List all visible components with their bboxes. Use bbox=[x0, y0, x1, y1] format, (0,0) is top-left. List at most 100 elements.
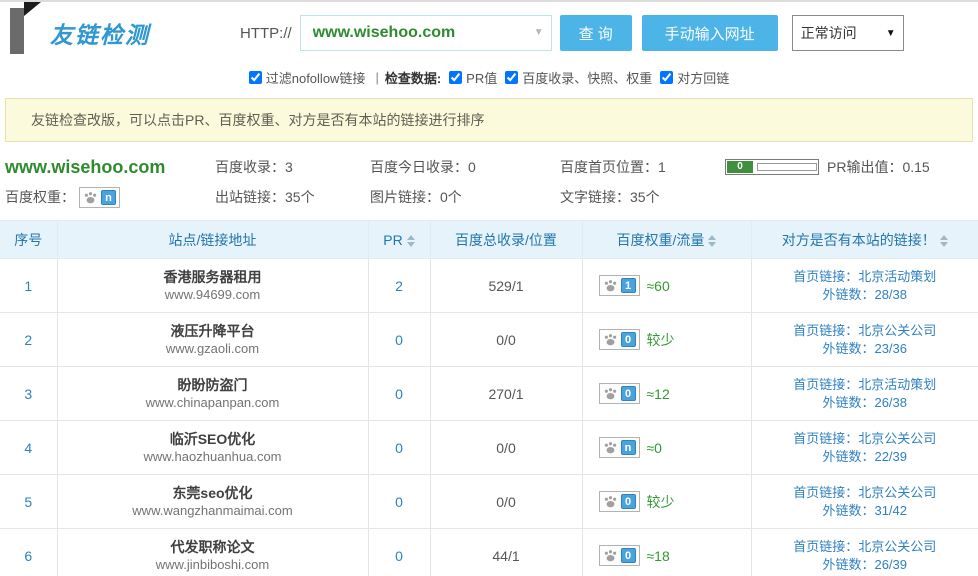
pr-filter-label: PR值 bbox=[466, 68, 497, 87]
pr-value[interactable]: 0 bbox=[368, 421, 430, 475]
manual-input-button[interactable]: 手动输入网址 bbox=[642, 15, 778, 51]
site-url: www.gzaoli.com bbox=[58, 340, 368, 357]
home-link[interactable]: 首页链接：北京活动策划 bbox=[752, 376, 978, 394]
outlinks-count[interactable]: 外链数：23/36 bbox=[752, 340, 978, 358]
weight-cell: n ≈0 bbox=[582, 421, 751, 475]
table-row: 3 盼盼防盗门 www.chinapanpan.com 0 270/1 0 ≈1… bbox=[0, 367, 978, 421]
baidu-total-value: 529/1 bbox=[430, 259, 582, 313]
notice-banner: 友链检查改版，可以点击PR、百度权重、对方是否有本站的链接进行排序 bbox=[5, 98, 973, 142]
site-name-link[interactable]: 香港服务器租用 bbox=[58, 268, 368, 286]
weight-cell: 0 ≈12 bbox=[582, 367, 751, 421]
site-name-link[interactable]: 临沂SEO优化 bbox=[58, 430, 368, 448]
pr-checkbox[interactable] bbox=[449, 71, 462, 84]
site-name-link[interactable]: 盼盼防盗门 bbox=[58, 376, 368, 394]
row-index: 1 bbox=[0, 259, 57, 313]
nofollow-filter[interactable]: 过滤nofollow链接 bbox=[249, 68, 366, 87]
url-input[interactable] bbox=[300, 15, 552, 51]
pr-value[interactable]: 0 bbox=[368, 313, 430, 367]
sort-icon bbox=[708, 235, 716, 247]
pr-filter[interactable]: PR值 bbox=[449, 68, 497, 87]
paw-icon bbox=[603, 386, 618, 401]
site-cell: 临沂SEO优化 www.haozhuanhua.com bbox=[57, 421, 368, 475]
baidu-included-stat: 百度收录：3 bbox=[215, 157, 370, 177]
traffic-estimate: 较少 bbox=[647, 492, 675, 512]
baidu-weight-stat: 百度权重： n bbox=[5, 187, 215, 208]
col-header-backlink-sort[interactable]: 对方是否有本站的链接！ bbox=[751, 221, 978, 259]
backlink-checkbox[interactable] bbox=[660, 71, 673, 84]
backlink-cell: 首页链接：北京活动策划 外链数：28/38 bbox=[751, 259, 978, 313]
check-data-label: 检查数据: bbox=[385, 68, 441, 87]
baidu-checkbox[interactable] bbox=[505, 71, 518, 84]
backlink-cell: 首页链接：北京公关公司 外链数：26/39 bbox=[751, 529, 978, 576]
url-dropdown-caret-icon[interactable]: ▼ bbox=[534, 27, 544, 38]
site-name-link[interactable]: 东莞seo优化 bbox=[58, 484, 368, 502]
table-row: 1 香港服务器租用 www.94699.com 2 529/1 1 ≈60 首页… bbox=[0, 259, 978, 313]
weight-value-badge: n bbox=[101, 190, 116, 205]
outlinks-count[interactable]: 外链数：22/39 bbox=[752, 448, 978, 466]
nofollow-checkbox[interactable] bbox=[249, 71, 262, 84]
weight-badge: 0 bbox=[599, 383, 640, 404]
sort-icon bbox=[940, 235, 948, 247]
outlinks-count[interactable]: 外链数：26/38 bbox=[752, 394, 978, 412]
home-link[interactable]: 首页链接：北京公关公司 bbox=[752, 430, 978, 448]
query-button[interactable]: 查 询 bbox=[560, 15, 632, 51]
weight-badge: n bbox=[599, 437, 640, 458]
summary-section: www.wisehoo.com 百度收录：3 百度今日收录：0 百度首页位置：1… bbox=[0, 142, 978, 218]
baidu-total-value: 0/0 bbox=[430, 313, 582, 367]
weight-cell: 0 ≈18 bbox=[582, 529, 751, 576]
weight-badge: 0 bbox=[599, 491, 640, 512]
row-index: 5 bbox=[0, 475, 57, 529]
top-header: 友链检测 HTTP:// ▼ 查 询 手动输入网址 正常访问 ▼ bbox=[0, 2, 978, 64]
site-url: www.wangzhanmaimai.com bbox=[58, 502, 368, 519]
weight-badge: 1 bbox=[599, 275, 640, 296]
home-link[interactable]: 首页链接：北京公关公司 bbox=[752, 322, 978, 340]
backlink-filter-label: 对方回链 bbox=[677, 68, 729, 87]
corner-ribbon-flag-icon bbox=[24, 2, 41, 16]
col-header-weight-sort[interactable]: 百度权重/流量 bbox=[582, 221, 751, 259]
site-name-link[interactable]: 代发职称论文 bbox=[58, 538, 368, 556]
outbound-links-stat: 出站链接：35个 bbox=[215, 187, 370, 207]
results-table: 序号 站点/链接地址 PR 百度总收录/位置 百度权重/流量 对方是否有本站的链… bbox=[0, 220, 978, 576]
app-logo: 友链检测 bbox=[50, 16, 240, 50]
filter-row: 过滤nofollow链接 | 检查数据: PR值 百度收录、快照、权重 对方回链 bbox=[0, 64, 978, 90]
site-cell: 液压升降平台 www.gzaoli.com bbox=[57, 313, 368, 367]
paw-icon bbox=[83, 190, 98, 205]
baidu-total-value: 0/0 bbox=[430, 421, 582, 475]
row-index: 3 bbox=[0, 367, 57, 421]
site-url: www.haozhuanhua.com bbox=[58, 448, 368, 465]
access-mode-select[interactable]: 正常访问 bbox=[792, 15, 904, 51]
weight-value-badge: 1 bbox=[621, 278, 636, 293]
baidu-weight-badge: n bbox=[79, 187, 120, 208]
site-url: www.94699.com bbox=[58, 286, 368, 303]
checked-domain: www.wisehoo.com bbox=[5, 157, 215, 178]
col-header-index: 序号 bbox=[0, 221, 57, 259]
traffic-estimate: ≈0 bbox=[647, 440, 662, 456]
site-name-link[interactable]: 液压升降平台 bbox=[58, 322, 368, 340]
home-link[interactable]: 首页链接：北京公关公司 bbox=[752, 484, 978, 502]
table-row: 6 代发职称论文 www.jinbiboshi.com 0 44/1 0 ≈18… bbox=[0, 529, 978, 576]
row-index: 6 bbox=[0, 529, 57, 576]
backlink-filter[interactable]: 对方回链 bbox=[660, 68, 729, 87]
home-link[interactable]: 首页链接：北京公关公司 bbox=[752, 538, 978, 556]
outlinks-count[interactable]: 外链数：26/39 bbox=[752, 556, 978, 574]
backlink-cell: 首页链接：北京公关公司 外链数：31/42 bbox=[751, 475, 978, 529]
row-index: 4 bbox=[0, 421, 57, 475]
traffic-estimate: ≈18 bbox=[647, 548, 670, 564]
row-index: 2 bbox=[0, 313, 57, 367]
table-row: 2 液压升降平台 www.gzaoli.com 0 0/0 0 较少 首页链接：… bbox=[0, 313, 978, 367]
filter-separator: | bbox=[375, 70, 378, 85]
baidu-filter[interactable]: 百度收录、快照、权重 bbox=[505, 68, 652, 87]
weight-value-badge: 0 bbox=[621, 494, 636, 509]
pr-bar-segment: 0 bbox=[727, 161, 753, 173]
pr-value[interactable]: 2 bbox=[368, 259, 430, 313]
traffic-estimate: ≈60 bbox=[647, 278, 670, 294]
outlinks-count[interactable]: 外链数：28/38 bbox=[752, 286, 978, 304]
home-link[interactable]: 首页链接：北京活动策划 bbox=[752, 268, 978, 286]
pr-value[interactable]: 0 bbox=[368, 475, 430, 529]
pr-value[interactable]: 0 bbox=[368, 529, 430, 576]
pr-value[interactable]: 0 bbox=[368, 367, 430, 421]
outlinks-count[interactable]: 外链数：31/42 bbox=[752, 502, 978, 520]
col-header-pr-sort[interactable]: PR bbox=[368, 221, 430, 259]
weight-value-badge: 0 bbox=[621, 332, 636, 347]
pr-output-label: PR输出值：0.15 bbox=[827, 157, 930, 177]
